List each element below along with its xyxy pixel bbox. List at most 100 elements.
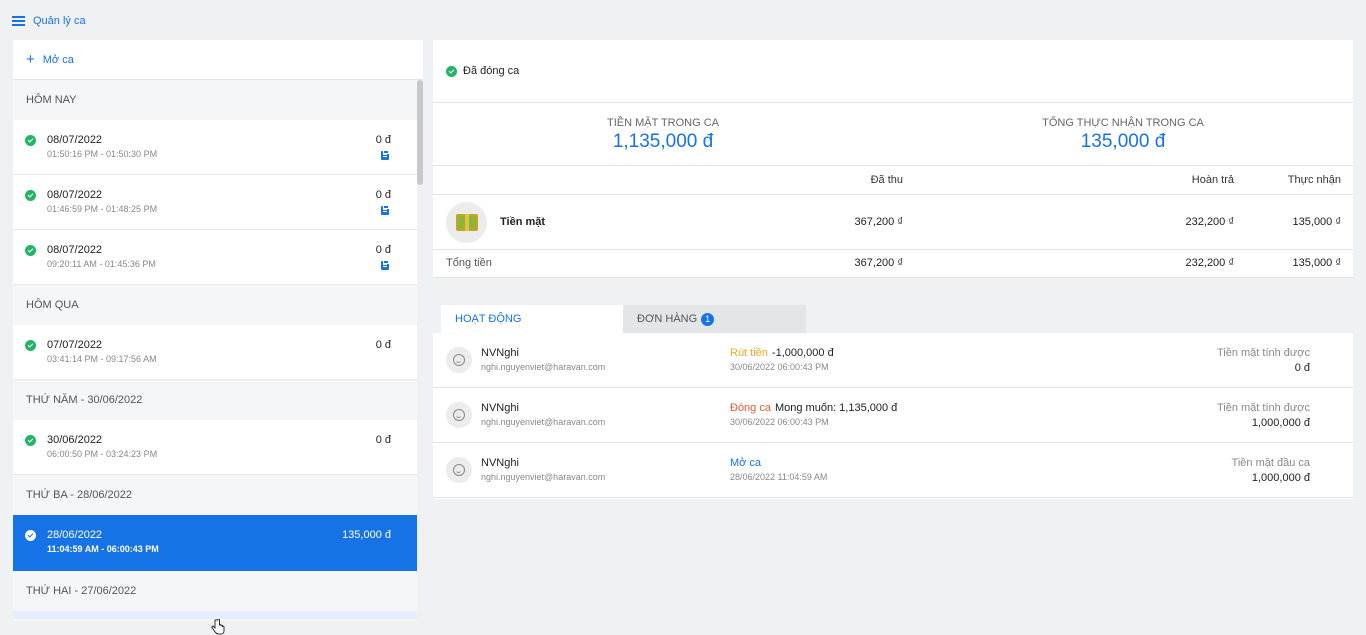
- received-summary: TỔNG THỰC NHẬN TRONG CA 135,000 đ: [893, 103, 1353, 165]
- shift-time-range: 11:04:59 AM - 06:00:43 PM: [47, 544, 159, 554]
- tab-orders[interactable]: ĐƠN HÀNG 1: [623, 305, 806, 333]
- shift-time-range: 09:20:11 AM - 01:45:36 PM: [47, 259, 156, 269]
- shift-amount: 0 đ: [375, 244, 391, 256]
- cash-summary: TIỀN MẶT TRONG CA 1,135,000 đ: [433, 103, 893, 165]
- shift-amount: 135,000 đ: [342, 529, 391, 541]
- scrollbar[interactable]: [417, 80, 423, 621]
- hamburger-icon[interactable]: [12, 16, 25, 26]
- check-circle-icon: [25, 135, 36, 146]
- activity-list: NVNghi nghi.nguyenviet@haravan.com Rút tiề…: [433, 333, 1353, 498]
- check-circle-icon: [25, 435, 36, 446]
- group-header: THỨ NĂM - 30/06/2022: [13, 380, 423, 420]
- list-item-partial[interactable]: [13, 611, 417, 619]
- cash-value: 1,000,000 đ: [1251, 417, 1310, 429]
- scrollbar-thumb[interactable]: [417, 80, 423, 185]
- group-header: THỨ BA - 28/06/2022: [13, 475, 423, 515]
- user-email: nghi.nguyenviet@haravan.com: [481, 362, 606, 372]
- open-shift-button[interactable]: + Mở ca: [13, 40, 423, 80]
- shift-list-item[interactable]: 08/07/2022 01:50:16 PM - 01:50:30 PM 0 đ: [13, 120, 417, 175]
- user-face-icon: [453, 409, 465, 421]
- shift-time-range: 06:00:50 PM - 03:24:23 PM: [47, 449, 158, 459]
- activity-detail: -1,000,000 đ: [771, 347, 834, 359]
- shift-date: 30/06/2022: [47, 434, 103, 446]
- activity-time: 30/06/2022 06:00:43 PM: [730, 417, 829, 427]
- activity-row: NVNghi nghi.nguyenviet@haravan.com Đóng ca…: [433, 388, 1353, 443]
- shift-date: 08/07/2022: [47, 189, 103, 201]
- cash-label: Tiền mặt tính được: [1216, 402, 1310, 414]
- total-collected: 367,200 ₫: [854, 257, 903, 269]
- total-label: Tổng tiền: [446, 257, 492, 269]
- received-summary-value: 135,000 đ: [1080, 131, 1166, 152]
- clipboard-icon: [381, 150, 389, 160]
- cash-value: 1,000,000 đ: [1251, 472, 1310, 484]
- total-net: 135,000 ₫: [1292, 257, 1341, 269]
- user-name: NVNghi: [481, 457, 519, 469]
- activity-kind: Mở ca: [730, 457, 762, 469]
- page-title: Quản lý ca: [33, 15, 86, 27]
- shift-status: Đã đóng ca: [433, 40, 1353, 103]
- shift-list-item[interactable]: 08/07/2022 09:20:11 AM - 01:45:36 PM 0 đ: [13, 230, 417, 285]
- check-circle-icon: [25, 530, 36, 541]
- activity-row: NVNghi nghi.nguyenviet@haravan.com Rút tiề…: [433, 333, 1353, 388]
- shift-list-item[interactable]: 30/06/2022 06:00:50 PM - 03:24:23 PM 0 đ: [13, 420, 417, 475]
- shift-amount: 0 đ: [375, 434, 391, 446]
- activity-action: Mở ca: [730, 457, 765, 469]
- payment-row: Tiền mặt 367,200 ₫ 232,200 ₫ 135,000 ₫: [433, 195, 1353, 250]
- hand-cursor-icon: [211, 619, 225, 635]
- cash-summary-value: 1,135,000 đ: [612, 131, 714, 152]
- shift-time-range: 03:41:14 PM - 09:17:56 AM: [47, 354, 157, 364]
- cash-summary-label: TIỀN MẶT TRONG CA: [606, 117, 720, 129]
- shift-list-item[interactable]: 28/06/2022 11:04:59 AM - 06:00:43 PM 135,0…: [13, 515, 417, 571]
- row-net: 135,000 ₫: [1292, 216, 1341, 228]
- clipboard-icon: [381, 260, 389, 270]
- payment-total-row: Tổng tiền 367,200 ₫ 232,200 ₫ 135,000 ₫: [433, 250, 1353, 278]
- user-face-icon: [453, 354, 465, 366]
- activity-detail: Mong muốn: 1,135,000 đ: [774, 402, 898, 414]
- shift-date: 28/06/2022: [47, 529, 103, 541]
- shift-date: 07/07/2022: [47, 339, 103, 351]
- shift-detail-panel: Đã đóng ca TIỀN MẶT TRONG CA 1,135,000 đ…: [433, 40, 1353, 499]
- payment-method-avatar: [446, 202, 487, 243]
- shift-list-panel: + Mở ca HÔM NAY 08/07/2022 01:50:16 PM - 0…: [13, 40, 423, 621]
- tab-orders-label: ĐƠN HÀNG: [637, 313, 698, 325]
- activity-kind: Rút tiền: [730, 347, 768, 359]
- row-collected: 367,200 ₫: [854, 216, 903, 228]
- shift-amount: 0 đ: [375, 134, 391, 146]
- check-circle-icon: [25, 190, 36, 201]
- activity-time: 30/06/2022 06:00:43 PM: [730, 362, 829, 372]
- group-header: THỨ HAI - 27/06/2022: [13, 571, 423, 611]
- shift-amount: 0 đ: [375, 339, 391, 351]
- cash-label: Tiền mặt đầu ca: [1231, 457, 1310, 469]
- tab-activity[interactable]: HOẠT ĐỘNG: [441, 305, 623, 333]
- user-email: nghi.nguyenviet@haravan.com: [481, 472, 606, 482]
- header-net: Thực nhận: [1287, 174, 1341, 186]
- header-collected: Đã thu: [870, 174, 903, 186]
- open-shift-label: Mở ca: [42, 53, 74, 66]
- check-circle-icon: [25, 245, 36, 256]
- cash-value: 0 đ: [1294, 362, 1310, 374]
- activity-time: 28/06/2022 11:04:59 AM: [730, 472, 828, 482]
- clipboard-icon: [381, 205, 389, 215]
- payment-method: Tiền mặt: [500, 216, 546, 228]
- header-refunded: Hoàn trả: [1191, 174, 1234, 186]
- check-circle-icon: [446, 65, 457, 77]
- activity-row: NVNghi nghi.nguyenviet@haravan.com Mở ca 28…: [433, 443, 1353, 498]
- user-name: NVNghi: [481, 347, 519, 359]
- avatar: [446, 457, 472, 483]
- status-text: Đã đóng ca: [463, 65, 520, 77]
- shift-summary: TIỀN MẶT TRONG CA 1,135,000 đ TỔNG THỰC …: [433, 103, 1353, 166]
- received-summary-label: TỔNG THỰC NHẬN TRONG CA: [1042, 117, 1204, 129]
- shift-list-item[interactable]: 07/07/2022 03:41:14 PM - 09:17:56 AM 0 đ: [13, 325, 417, 380]
- spacer: [433, 278, 1353, 305]
- user-email: nghi.nguyenviet@haravan.com: [481, 417, 606, 427]
- shift-date: 08/07/2022: [47, 134, 103, 146]
- shift-time-range: 01:50:16 PM - 01:50:30 PM: [47, 149, 158, 159]
- avatar: [446, 402, 472, 428]
- shift-amount: 0 đ: [375, 189, 391, 201]
- shift-date: 08/07/2022: [47, 244, 103, 256]
- total-refunded: 232,200 ₫: [1185, 257, 1234, 269]
- shift-list-item[interactable]: 08/07/2022 01:46:59 PM - 01:48:25 PM 0 đ: [13, 175, 417, 230]
- cash-icon: [455, 214, 478, 231]
- activity-action: Rút tiền -1,000,000 đ: [730, 347, 834, 359]
- cash-label: Tiền mặt tính được: [1216, 347, 1310, 359]
